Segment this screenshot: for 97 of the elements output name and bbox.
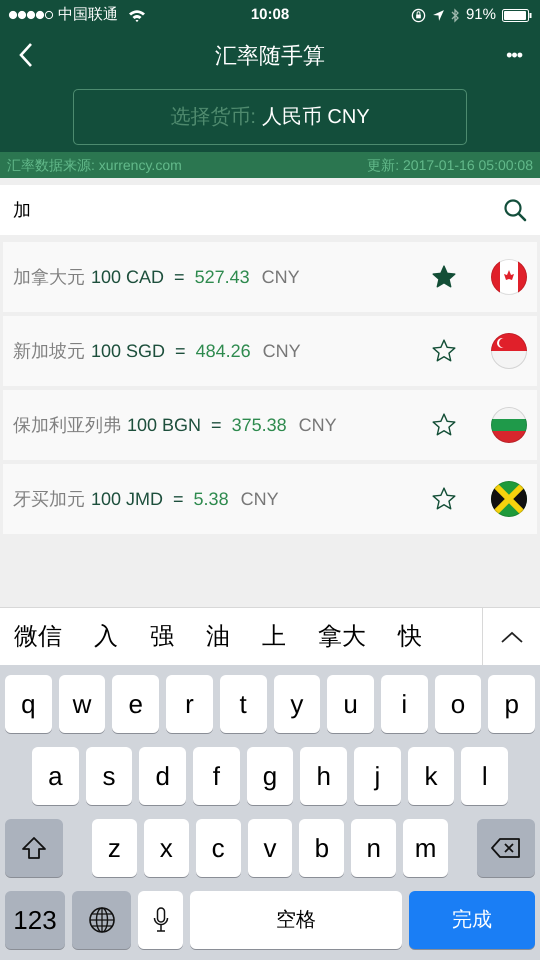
space-key[interactable]: 空格 — [190, 891, 402, 949]
currency-selector-label: 选择货币: — [170, 105, 256, 130]
flag-icon — [491, 407, 527, 443]
keyboard-key[interactable]: r — [166, 675, 213, 733]
flag-icon — [491, 333, 527, 369]
currency-amount: 100 SGD — [91, 340, 166, 362]
keyboard-key[interactable]: p — [488, 675, 536, 733]
rate-row[interactable]: 牙买加元 100 JMD = 5.38 CNY — [3, 464, 537, 534]
star-icon[interactable] — [431, 486, 457, 512]
page-title: 汇率随手算 — [214, 42, 326, 70]
currency-unit: CNY — [262, 266, 300, 288]
star-icon[interactable] — [431, 412, 457, 438]
keyboard-key[interactable]: m — [403, 819, 448, 877]
currency-amount: 100 BGN — [127, 414, 202, 436]
delete-key[interactable] — [477, 819, 536, 877]
keyboard-key[interactable]: o — [434, 675, 482, 733]
keyboard-key[interactable]: v — [248, 819, 292, 877]
keyboard-key[interactable]: e — [112, 675, 160, 733]
currency-name: 牙买加元 — [13, 488, 85, 510]
flag-icon — [491, 481, 527, 517]
equals-sign: = — [211, 414, 222, 436]
battery-icon — [502, 8, 532, 22]
data-source-text: 汇率数据来源: xurrency.com — [7, 156, 182, 175]
currency-name: 加拿大元 — [13, 266, 85, 288]
converted-value: 527.43 — [194, 266, 250, 288]
keyboard-key[interactable]: h — [300, 747, 348, 805]
keyboard-key[interactable]: s — [86, 747, 132, 805]
globe-key[interactable] — [72, 891, 131, 949]
keyboard-key[interactable]: z — [92, 819, 137, 877]
flag-icon — [491, 259, 527, 295]
equals-sign: = — [175, 340, 186, 362]
keyboard-key[interactable]: w — [58, 675, 106, 733]
bluetooth-icon — [450, 8, 460, 22]
star-icon[interactable] — [431, 264, 457, 290]
keyboard-key[interactable]: t — [220, 675, 267, 733]
keyboard-key[interactable]: g — [246, 747, 294, 805]
converted-value: 484.26 — [196, 340, 251, 362]
rate-row[interactable]: 新加坡元 100 SGD = 484.26 CNY — [3, 316, 537, 386]
keyboard-key[interactable]: a — [32, 747, 79, 805]
currency-selector[interactable]: 选择货币: 人民币 CNY — [73, 89, 467, 145]
keyboard-key[interactable]: y — [274, 675, 320, 733]
candidate-word[interactable]: 微信 — [14, 618, 62, 654]
battery-percent: 91% — [466, 4, 496, 25]
candidate-word[interactable]: 入 — [94, 618, 118, 654]
keyboard-key[interactable]: x — [144, 819, 189, 877]
currency-unit: CNY — [298, 414, 337, 436]
search-field[interactable]: 加 — [0, 185, 540, 235]
candidate-word[interactable]: 强 — [150, 618, 174, 654]
chevron-up-icon — [500, 630, 522, 642]
keyboard-key[interactable]: f — [193, 747, 240, 805]
rotation-lock-icon — [410, 8, 426, 22]
globe-icon — [88, 906, 116, 934]
candidate-word[interactable]: 油 — [206, 618, 230, 654]
search-icon[interactable] — [503, 198, 527, 222]
keyboard-key[interactable]: q — [5, 675, 52, 733]
currency-name: 新加坡元 — [13, 340, 85, 362]
currency-unit: CNY — [240, 488, 279, 510]
status-time: 10:08 — [250, 4, 290, 25]
keyboard-key[interactable]: b — [299, 819, 344, 877]
signal-icon — [8, 10, 54, 20]
keyboard-key[interactable]: j — [354, 747, 401, 805]
back-icon — [18, 42, 34, 68]
keyboard-key[interactable]: i — [380, 675, 428, 733]
shift-icon — [21, 836, 47, 860]
converted-value: 5.38 — [194, 488, 229, 510]
candidate-word[interactable]: 上 — [262, 618, 286, 654]
currency-amount: 100 JMD — [91, 488, 164, 510]
currency-name: 保加利亚列弗 — [13, 414, 121, 436]
keyboard-key[interactable]: d — [139, 747, 186, 805]
currency-selector-value: 人民币 CNY — [262, 105, 370, 130]
backspace-icon — [491, 837, 522, 859]
microphone-icon — [152, 907, 168, 933]
done-key[interactable]: 完成 — [409, 891, 535, 949]
rate-row[interactable]: 保加利亚列弗 100 BGN = 375.38 CNY — [3, 390, 537, 460]
star-icon[interactable] — [431, 338, 457, 364]
keyboard-key[interactable]: u — [327, 675, 374, 733]
keyboard-key[interactable]: 123 — [5, 891, 65, 949]
location-icon — [432, 8, 445, 22]
equals-sign: = — [173, 488, 184, 510]
shift-key[interactable] — [5, 819, 63, 877]
update-time-text: 更新: 2017-01-16 05:00:08 — [367, 156, 533, 174]
wifi-icon — [128, 8, 146, 22]
more-button[interactable]: ••• — [492, 42, 522, 68]
microphone-key[interactable] — [138, 891, 183, 949]
search-value: 加 — [13, 198, 32, 222]
candidate-word[interactable]: 拿大 — [318, 618, 366, 654]
keyboard-key[interactable]: n — [351, 819, 396, 877]
carrier-name: 中国联通 — [58, 4, 118, 25]
equals-sign: = — [174, 266, 185, 288]
converted-value: 375.38 — [232, 414, 287, 436]
currency-amount: 100 CAD — [91, 266, 164, 288]
keyboard-key[interactable]: l — [461, 747, 508, 805]
keyboard-key[interactable]: c — [196, 819, 241, 877]
currency-unit: CNY — [262, 340, 301, 362]
candidate-word[interactable]: 快 — [398, 618, 422, 654]
rate-row[interactable]: 加拿大元 100 CAD = 527.43 CNY — [3, 242, 537, 312]
keyboard-key[interactable]: k — [408, 747, 454, 805]
